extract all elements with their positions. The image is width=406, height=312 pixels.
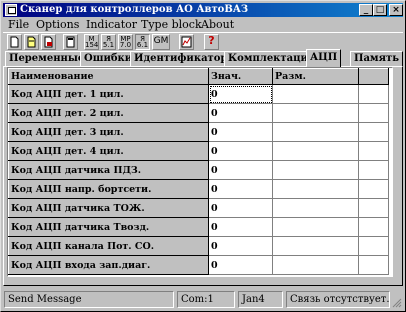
- row-extra[interactable]: [358, 198, 389, 218]
- menu-bar: File Options Indicator Type block About: [3, 17, 403, 32]
- ya51-icon[interactable]: Я 5.1: [101, 34, 116, 50]
- row-value[interactable]: 0: [208, 236, 273, 256]
- table-row[interactable]: Код АЦП напр. бортсети. 0: [8, 179, 389, 199]
- minimize-button[interactable]: _: [359, 4, 373, 16]
- m154-icon[interactable]: M 154: [84, 34, 99, 50]
- row-unit[interactable]: [272, 103, 359, 123]
- new-document-icon[interactable]: [7, 34, 22, 50]
- row-extra[interactable]: [358, 255, 389, 275]
- column-header-extra[interactable]: [358, 68, 389, 85]
- row-name: Код АЦП входа зап.диаг.: [8, 255, 209, 275]
- table-row[interactable]: Код АЦП дет. 2 цил. 0: [8, 103, 389, 123]
- toolbar: M 154 Я 5.1 MP 7.0 Я 6.1 GM ?: [3, 32, 403, 50]
- row-unit[interactable]: [272, 141, 359, 161]
- gm-icon[interactable]: GM: [152, 34, 170, 50]
- chart-icon[interactable]: [179, 34, 194, 50]
- row-name: Код АЦП дет. 3 цил.: [8, 122, 209, 142]
- table-row[interactable]: Код АЦП входа зап.диаг. 0: [8, 255, 389, 275]
- window-title: Сканер для контроллеров АО АвтоВАЗ: [20, 4, 249, 15]
- row-name: Код АЦП датчика ТОЖ.: [8, 198, 209, 218]
- table-row[interactable]: Код АЦП дет. 3 цил. 0: [8, 122, 389, 142]
- row-unit[interactable]: [272, 160, 359, 180]
- tab-strip: Переменные Ошибки Идентификаторы Комплек…: [3, 49, 403, 67]
- mp70-icon[interactable]: MP 7.0: [118, 34, 133, 50]
- row-name: Код АЦП дет. 1 цил.: [8, 84, 209, 104]
- row-value[interactable]: 0: [208, 198, 273, 218]
- close-button[interactable]: ×: [389, 4, 403, 16]
- table-row[interactable]: Код АЦП датчика Твозд. 0: [8, 217, 389, 237]
- tab-errors[interactable]: Ошибки: [80, 51, 137, 66]
- table-row[interactable]: Код АЦП дет. 4 цил. 0: [8, 141, 389, 161]
- row-extra[interactable]: [358, 103, 389, 123]
- row-extra[interactable]: [358, 84, 389, 104]
- main-window: Сканер для контроллеров АО АвтоВАЗ _ □ ×…: [0, 0, 406, 312]
- row-value[interactable]: 0: [208, 84, 273, 104]
- row-name: Код АЦП дет. 4 цил.: [8, 141, 209, 161]
- menu-type-block[interactable]: Type block: [141, 17, 202, 32]
- tab-variables[interactable]: Переменные: [5, 51, 89, 66]
- adc-table[interactable]: Наименование Знач. Разм. Код АЦП дет. 1 …: [7, 67, 393, 277]
- tab-memory[interactable]: Память: [350, 51, 403, 66]
- status-message: Send Message: [4, 291, 174, 308]
- status-block: Jan4: [238, 291, 283, 308]
- menu-indicator[interactable]: Indicator: [86, 17, 137, 32]
- calculator-icon[interactable]: [63, 34, 78, 50]
- status-connection: Связь отсутствует.: [286, 291, 390, 308]
- table-header-row: Наименование Знач. Разм.: [8, 68, 389, 85]
- row-name: Код АЦП датчика Твозд.: [8, 217, 209, 237]
- row-value[interactable]: 0: [208, 160, 273, 180]
- row-value[interactable]: 0: [208, 141, 273, 161]
- menu-about[interactable]: About: [201, 17, 234, 32]
- row-unit[interactable]: [272, 122, 359, 142]
- row-extra[interactable]: [358, 217, 389, 237]
- column-header-name[interactable]: Наименование: [8, 68, 209, 85]
- row-unit[interactable]: [272, 255, 359, 275]
- row-name: Код АЦП дет. 2 цил.: [8, 103, 209, 123]
- row-name: Код АЦП напр. бортсети.: [8, 179, 209, 199]
- menu-file[interactable]: File: [8, 17, 29, 32]
- row-value[interactable]: 0: [208, 122, 273, 142]
- resize-grip-icon[interactable]: [392, 298, 402, 308]
- row-value[interactable]: 0: [208, 103, 273, 123]
- status-port: Com:1: [177, 291, 235, 308]
- tab-configuration[interactable]: Комплектация: [224, 51, 320, 66]
- row-extra[interactable]: [358, 122, 389, 142]
- row-extra[interactable]: [358, 160, 389, 180]
- row-value[interactable]: 0: [208, 255, 273, 275]
- column-header-unit[interactable]: Разм.: [272, 68, 359, 85]
- table-row[interactable]: Код АЦП датчика ТОЖ. 0: [8, 198, 389, 218]
- column-header-value[interactable]: Знач.: [208, 68, 273, 85]
- help-icon[interactable]: ?: [204, 34, 219, 50]
- menu-options[interactable]: Options: [36, 17, 79, 32]
- app-icon[interactable]: [5, 4, 17, 16]
- row-unit[interactable]: [272, 84, 359, 104]
- row-value[interactable]: 0: [208, 179, 273, 199]
- table-row[interactable]: Код АЦП дет. 1 цил. 0: [8, 84, 389, 104]
- row-unit[interactable]: [272, 236, 359, 256]
- row-name: Код АЦП датчика ПДЗ.: [8, 160, 209, 180]
- status-bar: Send Message Com:1 Jan4 Связь отсутствуе…: [3, 289, 403, 309]
- row-value[interactable]: 0: [208, 217, 273, 237]
- open-document-icon[interactable]: [24, 34, 39, 50]
- row-unit[interactable]: [272, 198, 359, 218]
- maximize-button[interactable]: □: [373, 4, 387, 16]
- row-unit[interactable]: [272, 217, 359, 237]
- table-row[interactable]: Код АЦП канала Пот. СО. 0: [8, 236, 389, 256]
- ya61-icon[interactable]: Я 6.1: [135, 34, 150, 50]
- save-document-icon[interactable]: [41, 34, 56, 50]
- row-extra[interactable]: [358, 179, 389, 199]
- table-row[interactable]: Код АЦП датчика ПДЗ. 0: [8, 160, 389, 180]
- row-extra[interactable]: [358, 236, 389, 256]
- row-unit[interactable]: [272, 179, 359, 199]
- title-bar[interactable]: Сканер для контроллеров АО АвтоВАЗ _ □ ×: [3, 3, 403, 17]
- row-name: Код АЦП канала Пот. СО.: [8, 236, 209, 256]
- tab-adc[interactable]: АЦП: [306, 49, 342, 67]
- row-extra[interactable]: [358, 141, 389, 161]
